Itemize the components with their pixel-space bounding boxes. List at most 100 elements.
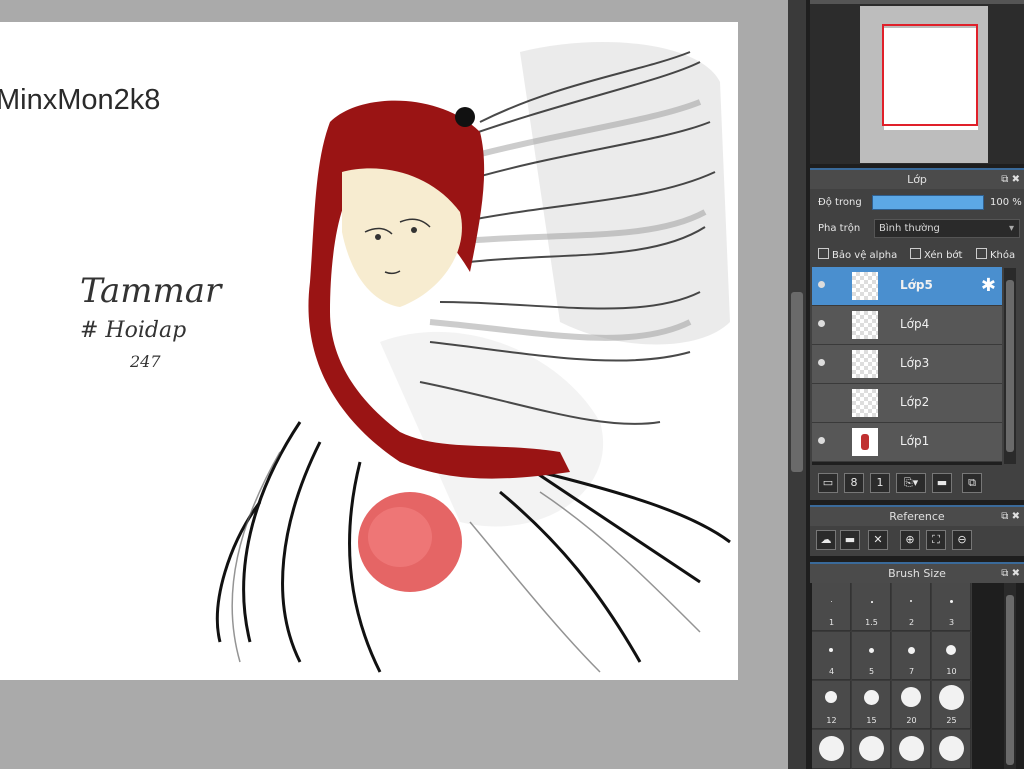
reference-panel: ☁ ▬ ✕ ⊕ ⛶ ⊖ [810,526,1024,556]
brush-size-cell[interactable]: 1 [812,583,851,631]
brush-size-cell[interactable]: 7 [892,632,931,680]
brush-size-cell[interactable]: 12 [812,681,851,729]
reference-panel-controls[interactable]: ⧉ ✖ [1001,507,1020,526]
brush-size-label: 20 [906,716,917,725]
layer-thumbnail [852,272,878,300]
duplicate-layer-icon[interactable]: ⧉ [962,473,982,493]
brush-dot-icon [825,691,837,703]
layer-name: Lớp5 [900,278,933,292]
protect-alpha-label: Bảo vệ alpha [832,250,898,261]
brush-dot-icon [899,736,924,761]
lock-label: Khóa [990,250,1016,261]
layer-name: Lớp3 [900,356,930,370]
zoom-in-icon[interactable]: ⊕ [900,530,920,550]
right-panels: Lớp ⧉ ✖ Độ trong 100 % Pha trộn Bình thư… [806,0,1024,769]
artwork-canvas[interactable]: MinxMon2k8 Tammar # Hoidap 247 [0,22,738,680]
signature-line-3: 247 [129,352,161,371]
canvas-area[interactable]: MinxMon2k8 Tammar # Hoidap 247 [0,0,788,769]
navigator-preview[interactable] [860,6,988,163]
layer-name: Lớp1 [900,434,930,448]
brush-size-scroll-thumb[interactable] [1006,595,1014,765]
canvas-scrollbar[interactable] [788,0,806,769]
brush-size-cell[interactable]: 4 [812,632,851,680]
opacity-value: 100 % [990,197,1022,208]
brush-size-cell[interactable]: 20 [892,681,931,729]
brush-size-label: 1.5 [865,618,878,627]
layer-item[interactable]: Lớp1 [812,423,1002,462]
eye-icon[interactable] [818,359,825,366]
brush-size-label: 5 [868,667,875,676]
layer-item[interactable]: Lớp2 [812,384,1002,423]
signature-line-1: Tammar [80,271,223,311]
chevron-down-icon: ▾ [1008,223,1014,234]
layer-item[interactable]: Lớp3 [812,345,1002,384]
brush-dot-icon [829,648,833,652]
canvas-scrollbar-thumb[interactable] [791,292,803,472]
layer-list-scroll-thumb[interactable] [1006,280,1014,452]
lock-checkbox[interactable]: Khóa [976,248,1015,261]
watermark-text: MinxMon2k8 [0,84,161,116]
layer-list-scrollbar[interactable] [1004,268,1016,464]
brush-dot-icon [831,601,832,602]
new-layer-icon[interactable]: ▭ [818,473,838,493]
blend-label: Pha trộn [818,223,861,234]
eye-icon[interactable] [818,437,825,444]
brush-size-cell[interactable]: 5 [852,632,891,680]
brush-size-cell[interactable] [812,730,851,769]
layer-item[interactable]: Lớp5 ✱ [812,267,1002,306]
brush-size-cell[interactable]: 15 [852,681,891,729]
navigator-viewport-rect[interactable] [882,24,978,126]
brush-size-panel-header: Brush Size ⧉ ✖ [810,562,1024,583]
brush-size-cell[interactable] [892,730,931,769]
checkbox-icon [976,248,987,259]
add-layer-dropdown-icon[interactable]: ⎘▾ [896,473,926,493]
open-cloud-icon[interactable]: ☁ [816,530,836,550]
brush-size-scrollbar[interactable] [1004,583,1016,769]
close-icon[interactable]: ✕ [868,530,888,550]
brush-size-label: 4 [828,667,835,676]
brush-size-label: 10 [946,667,957,676]
brush-size-label: 1 [828,618,835,627]
open-folder-icon[interactable]: ▬ [840,530,860,550]
brush-dot-icon [869,648,874,653]
clipping-label: Xén bớt [924,250,963,261]
checkbox-icon [910,248,921,259]
brush-size-panel-controls[interactable]: ⧉ ✖ [1001,564,1020,583]
eye-icon[interactable] [818,281,825,288]
clipping-checkbox[interactable]: Xén bớt [910,248,962,261]
brush-dot-icon [908,647,915,654]
zoom-out-icon[interactable]: ⊖ [952,530,972,550]
brush-size-label: 7 [908,667,915,676]
brush-size-cell[interactable]: 1.5 [852,583,891,631]
blend-mode-value: Bình thường [879,223,940,234]
brush-size-cell[interactable]: 10 [932,632,971,680]
blend-mode-select[interactable]: Bình thường ▾ [874,219,1020,238]
layer-thumbnail [852,428,878,456]
brush-size-cell[interactable]: 25 [932,681,971,729]
layer-panel-controls[interactable]: ⧉ ✖ [1001,170,1020,189]
folder-icon[interactable]: ▬ [932,473,952,493]
brush-size-cell[interactable]: 3 [932,583,971,631]
layer-list: Lớp5 ✱ Lớp4 Lớp3 Lớp2 Lớp1 [812,267,1002,465]
brush-size-cell[interactable] [932,730,971,769]
brush-size-panel-title: Brush Size [888,567,946,580]
checkbox-icon [818,248,829,259]
layer-thumbnail [852,311,878,339]
brush-size-cell[interactable] [852,730,891,769]
layer-panel-header: Lớp ⧉ ✖ [810,168,1024,189]
fit-icon[interactable]: ⛶ [926,530,946,550]
new-1bit-layer-icon[interactable]: 1 [870,473,890,493]
layer-thumbnail [852,389,878,417]
eye-icon[interactable] [818,320,825,327]
protect-alpha-checkbox[interactable]: Bảo vệ alpha [818,248,897,261]
opacity-slider[interactable] [872,195,984,210]
brush-dot-icon [819,736,844,761]
brush-dot-icon [864,690,879,705]
brush-size-cell[interactable]: 2 [892,583,931,631]
gear-icon[interactable]: ✱ [981,275,996,296]
brush-dot-icon [859,736,884,761]
layer-name: Lớp2 [900,395,930,409]
new-8bit-layer-icon[interactable]: 8 [844,473,864,493]
layer-item[interactable]: Lớp4 [812,306,1002,345]
signature: Tammar # Hoidap 247 [80,271,223,371]
